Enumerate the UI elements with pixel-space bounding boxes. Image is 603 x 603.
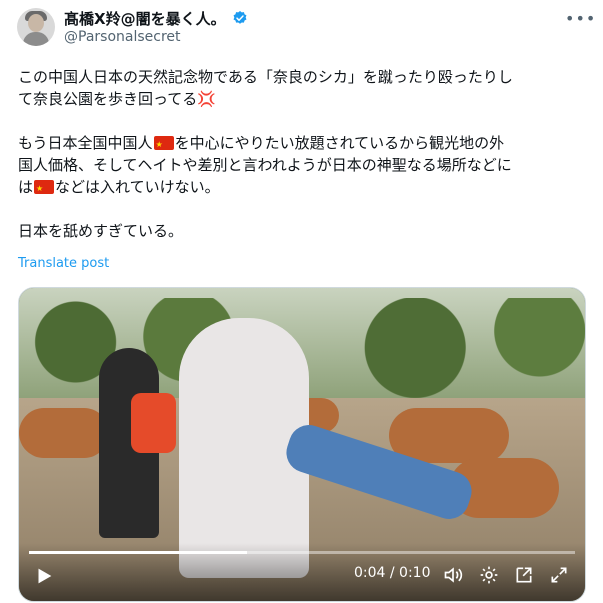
avatar[interactable]	[17, 8, 55, 46]
volume-icon[interactable]	[443, 565, 463, 585]
china-flag-icon	[34, 178, 55, 200]
text-line: 国人価格、そしてヘイトや差別と言われようが日本の神聖なる場所などに	[18, 156, 512, 174]
post-text: この中国人日本の天然記念物である「奈良のシカ」を蹴ったり殴ったりし て奈良公園を…	[18, 66, 584, 242]
verified-badge-icon	[233, 11, 247, 24]
anger-emoji-icon: 💢	[197, 90, 216, 108]
text-line: この中国人日本の天然記念物である「奈良のシカ」を蹴ったり殴ったりし	[18, 68, 513, 86]
author-row: 髙橋X羚@闇を暴く人。	[64, 8, 248, 28]
video-progress-fill	[29, 551, 248, 554]
display-name[interactable]: 髙橋X羚@闇を暴く人。	[64, 8, 226, 29]
popout-icon[interactable]	[514, 565, 534, 585]
fullscreen-icon[interactable]	[549, 565, 569, 585]
text-line: 日本を舐めすぎている。	[18, 222, 184, 240]
more-icon[interactable]: •••	[565, 9, 595, 28]
text-line: はなどは入れていけない。	[18, 176, 584, 200]
china-flag-icon	[153, 134, 174, 156]
video-time: 0:04 / 0:10	[354, 565, 431, 581]
post-card: 髙橋X羚@闇を暴く人。 @Parsonalsecret ••• この中国人日本の…	[0, 0, 603, 603]
video-player[interactable]: 0:04 / 0:10	[18, 287, 586, 602]
video-progress-bar[interactable]	[29, 551, 575, 554]
text-line: もう日本全国中国人を中心にやりたい放題されているから観光地の外	[18, 132, 584, 156]
translate-post-link[interactable]: Translate post	[18, 256, 109, 271]
handle[interactable]: @Parsonalsecret	[64, 29, 181, 45]
play-icon[interactable]	[33, 565, 55, 587]
video-controls: 0:04 / 0:10	[19, 543, 585, 601]
text-line: て奈良公園を歩き回ってる💢	[18, 90, 216, 108]
settings-icon[interactable]	[479, 565, 499, 585]
